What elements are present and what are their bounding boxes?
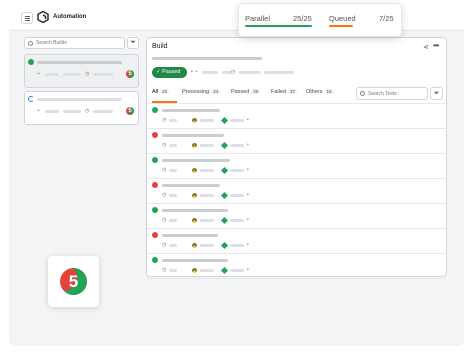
build-card[interactable]: ⑂ ◷ 5: [24, 91, 139, 125]
queued-stat: Queued: [329, 14, 356, 23]
clock-icon: ◷: [162, 242, 167, 248]
android-icon: [220, 141, 229, 150]
browser-badge: 5: [126, 107, 134, 115]
test-row[interactable]: ◷ •: [147, 104, 446, 129]
parallel-value: 25/25: [293, 14, 312, 23]
check-circle-icon: [152, 257, 158, 263]
tab-failed[interactable]: Failed 37: [271, 89, 297, 95]
queued-progress-bar: [329, 25, 353, 27]
status-badge: ✓ Passed: [152, 67, 187, 78]
branch-icon: ⑂: [37, 108, 41, 114]
check-circle-icon: [152, 107, 158, 113]
clock-icon: ◷: [162, 192, 167, 198]
build-card[interactable]: ⑂ ◷ 5: [24, 54, 139, 88]
test-row[interactable]: ◷ •: [147, 129, 446, 154]
hexagon-logo-icon: [37, 11, 49, 23]
check-circle-icon: [28, 59, 34, 65]
tab-all[interactable]: All 20: [152, 89, 170, 95]
search-builds-input[interactable]: Search Builds: [24, 37, 125, 49]
android-icon: [220, 216, 229, 225]
share-icon[interactable]: ⋖: [423, 43, 429, 51]
browser-badge-card: 5: [48, 256, 99, 307]
x-circle-icon: [152, 132, 158, 138]
clock-icon: ◷: [85, 108, 90, 114]
chrome-icon: [192, 268, 197, 273]
test-row[interactable]: ◷ •: [147, 254, 446, 279]
clock-icon: ◷: [162, 142, 167, 148]
chrome-icon: [192, 218, 197, 223]
search-icon: [28, 41, 33, 46]
clock-icon: ◷: [231, 69, 236, 75]
browser-badge: 5: [126, 70, 134, 78]
test-row[interactable]: ◷ •: [147, 179, 446, 204]
test-row[interactable]: ◷ •: [147, 229, 446, 254]
android-icon: [220, 166, 229, 175]
filter-icon[interactable]: ⏷: [127, 37, 139, 49]
filter-icon[interactable]: ⏷: [430, 87, 443, 100]
concurrency-popover: Parallel 25/25 Queued 7/25: [238, 3, 402, 37]
android-icon: [220, 116, 229, 125]
build-panel: Build ⋖ ••• ✓ Passed • ⑂ ◷ All 20 Process…: [146, 37, 447, 279]
test-row[interactable]: ◷ •: [147, 154, 446, 179]
chrome-icon: [192, 168, 197, 173]
search-icon: [360, 91, 365, 96]
branch-icon: ⑂: [195, 69, 199, 75]
tab-passed[interactable]: Passed 05: [231, 89, 261, 95]
check-circle-icon: [152, 157, 158, 163]
android-icon: [220, 241, 229, 250]
test-row[interactable]: ◷ •: [147, 204, 446, 229]
chrome-icon: [192, 143, 197, 148]
clock-icon: ◷: [162, 117, 167, 123]
clock-icon: ◷: [162, 167, 167, 173]
chrome-icon: [192, 193, 197, 198]
parallel-stat: Parallel: [245, 14, 271, 23]
x-circle-icon: [152, 182, 158, 188]
android-icon: [220, 266, 229, 275]
search-tests-input[interactable]: Search Tests: [356, 87, 428, 100]
app-title: Automation: [53, 14, 87, 20]
chrome-icon: [192, 243, 197, 248]
tab-others[interactable]: Others 15: [306, 89, 334, 95]
check-circle-icon: [152, 207, 158, 213]
browser-version-badge: 5: [60, 268, 87, 295]
clock-icon: ◷: [162, 267, 167, 273]
tab-processing[interactable]: Processing 24: [182, 89, 221, 95]
queued-value: 7/25: [379, 14, 394, 23]
clock-icon: ◷: [162, 217, 167, 223]
page-title: Build: [152, 43, 168, 50]
android-icon: [220, 191, 229, 200]
menu-icon[interactable]: [21, 12, 33, 24]
x-circle-icon: [152, 232, 158, 238]
app-window: Automation Search Builds ⏷ ⑂ ◷ 5 ⑂ ◷ 5 B…: [9, 3, 464, 346]
parallel-progress-bar: [245, 25, 312, 27]
spinner-icon: [28, 96, 34, 102]
chrome-icon: [192, 118, 197, 123]
more-horizontal-icon[interactable]: •••: [433, 41, 439, 50]
branch-icon: ⑂: [37, 71, 41, 77]
clock-icon: ◷: [85, 71, 90, 77]
